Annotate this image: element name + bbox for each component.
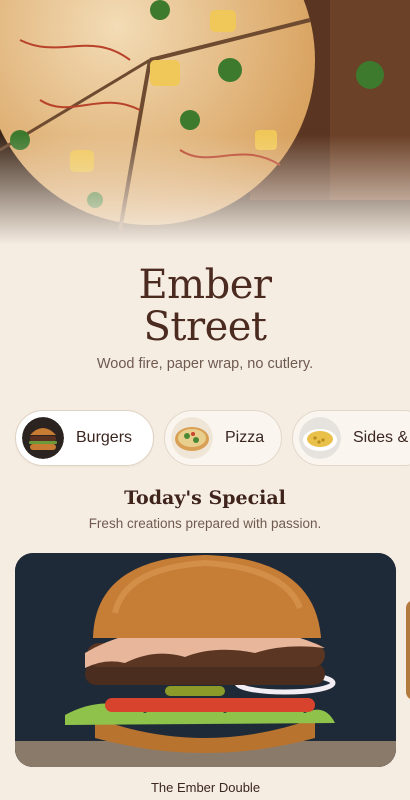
next-card-peek[interactable] (406, 600, 410, 700)
category-chip-pizza[interactable]: Pizza (164, 410, 282, 466)
tagline: Wood fire, paper wrap, no cutlery. (96, 356, 314, 372)
pizza-icon (171, 417, 213, 459)
category-chips: Burgers Pizza Sides & (15, 410, 410, 468)
burger-icon (22, 417, 64, 459)
restaurant-name-line2: Street (143, 304, 267, 350)
category-label-burgers: Burgers (76, 429, 133, 446)
special-card[interactable] (15, 553, 396, 767)
burger-image (15, 553, 396, 767)
category-chip-burgers[interactable]: Burgers (15, 410, 154, 466)
sides-icon (299, 417, 341, 459)
section-title: Today's Special (124, 487, 286, 509)
category-label-sides: Sides & (353, 429, 409, 446)
section-subtitle: Fresh creations prepared with passion. (88, 516, 322, 531)
restaurant-name-line1: Ember (138, 262, 272, 308)
category-label-pizza: Pizza (225, 429, 265, 446)
special-item-name: The Ember Double (150, 780, 261, 795)
hero-image (0, 0, 410, 245)
category-chip-sides[interactable]: Sides & (292, 410, 410, 466)
